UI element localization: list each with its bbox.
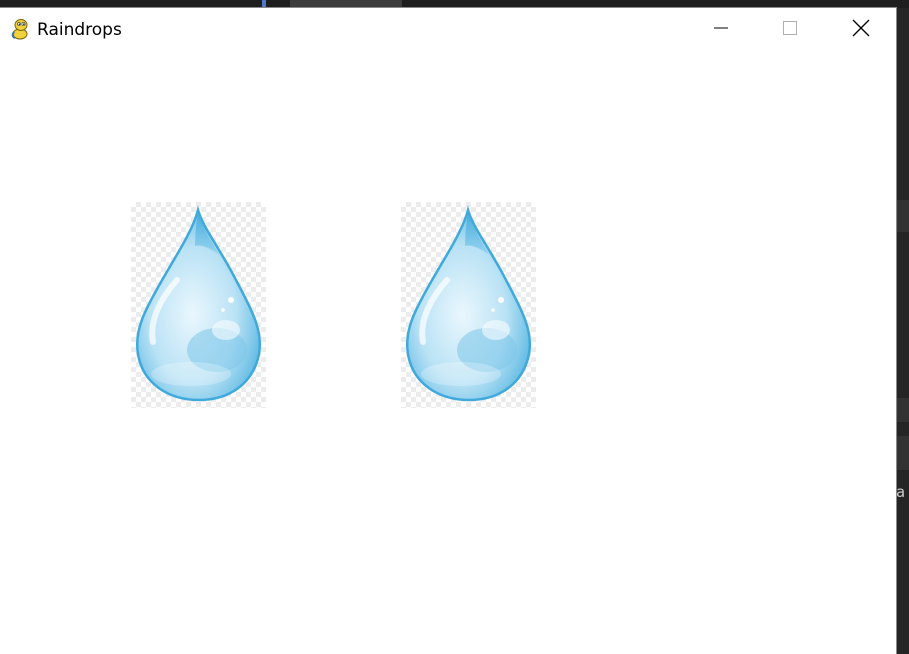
maximize-button[interactable]	[767, 8, 813, 52]
raindrop-sprite	[131, 202, 266, 408]
minimize-button[interactable]	[698, 8, 744, 52]
python-snake-icon	[9, 18, 31, 40]
background-panel-edge	[896, 436, 909, 470]
background-panel-edge	[896, 200, 909, 232]
background-top-strip	[0, 0, 909, 8]
close-button[interactable]	[838, 8, 884, 52]
background-panel-edge	[896, 398, 909, 422]
background-tab-indicator	[262, 0, 266, 8]
minimize-icon	[713, 20, 729, 41]
window-title: Raindrops	[37, 20, 122, 40]
maximize-icon	[782, 20, 798, 41]
background-tab	[290, 0, 402, 8]
close-icon	[852, 19, 870, 42]
game-canvas[interactable]	[0, 52, 896, 654]
background-editor-edge	[896, 8, 909, 654]
raindrop-sprite	[401, 202, 536, 408]
background-editor-text: a	[896, 483, 906, 501]
pygame-window[interactable]: Raindrops	[0, 8, 896, 654]
title-bar[interactable]: Raindrops	[0, 8, 896, 52]
